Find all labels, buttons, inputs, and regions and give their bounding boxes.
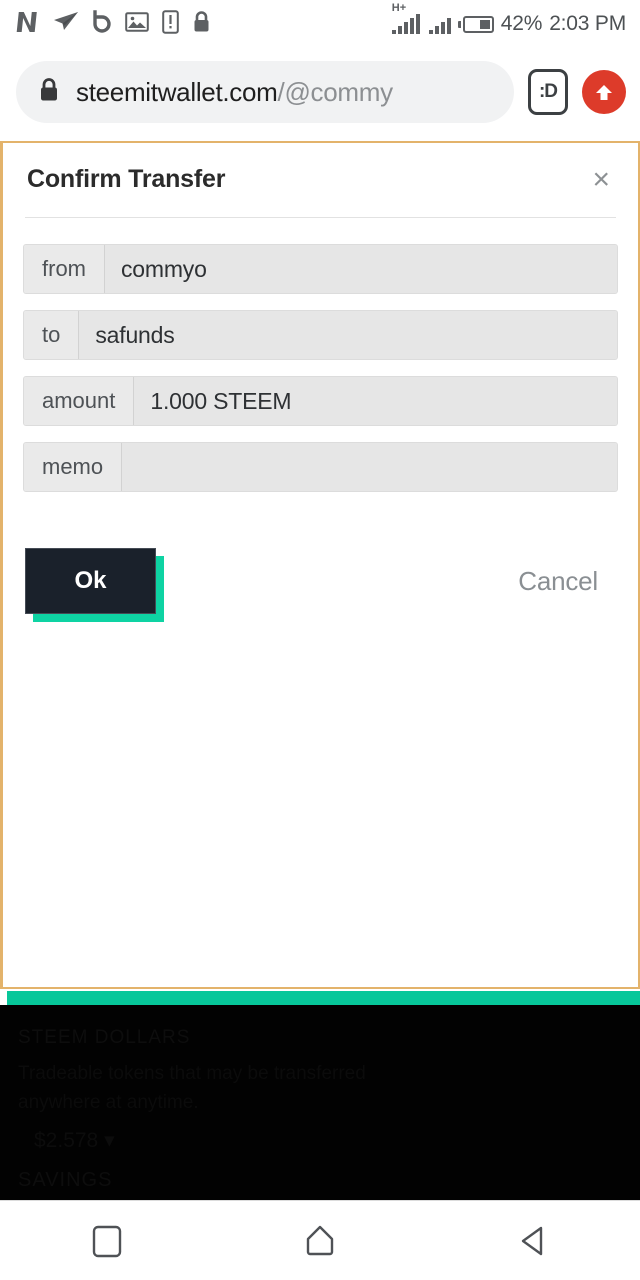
dialog-actions: Ok Cancel bbox=[3, 508, 638, 622]
transfer-fields: from commyo to safunds amount 1.000 STEE… bbox=[3, 218, 638, 492]
back-triangle-icon bbox=[522, 1226, 543, 1255]
field-value-memo bbox=[122, 443, 617, 491]
address-bar[interactable]: steemitwallet.com/@commy bbox=[16, 61, 514, 123]
status-bar: H+ 42% 2:03 PM bbox=[0, 0, 640, 48]
site-security-lock-icon bbox=[38, 76, 60, 109]
battery-percent-label: 42% bbox=[500, 12, 543, 35]
clock-label: 2:03 PM bbox=[549, 12, 626, 35]
status-notification-icons bbox=[16, 9, 211, 39]
background-wallet-page: STEEM DOLLARS Tradeable tokens that may … bbox=[0, 1005, 640, 1200]
lock-icon bbox=[192, 10, 211, 39]
phone-alert-icon bbox=[162, 9, 179, 39]
url-domain: steemitwallet.com bbox=[76, 76, 278, 107]
field-label-amount: amount bbox=[24, 377, 135, 425]
status-system-indicators: H+ 42% 2:03 PM bbox=[391, 3, 626, 36]
close-icon[interactable]: × bbox=[588, 165, 614, 195]
field-label-from: from bbox=[24, 245, 105, 293]
cancel-button[interactable]: Cancel bbox=[500, 556, 616, 607]
netflix-icon bbox=[16, 10, 40, 39]
dialog-title: Confirm Transfer bbox=[27, 165, 226, 193]
field-row-memo: memo bbox=[23, 442, 618, 492]
chevron-down-icon[interactable]: ▾ bbox=[104, 1129, 115, 1152]
recents-button[interactable] bbox=[57, 1201, 157, 1280]
field-value-amount: 1.000 STEEM bbox=[134, 377, 617, 425]
dialog-header: Confirm Transfer × bbox=[3, 143, 638, 195]
field-label-memo: memo bbox=[24, 443, 123, 491]
field-label-to: to bbox=[24, 311, 80, 359]
home-icon bbox=[306, 1225, 334, 1255]
url-path: /@commy bbox=[277, 76, 393, 107]
back-button[interactable] bbox=[483, 1201, 583, 1280]
signal-indicators: H+ bbox=[391, 3, 451, 34]
steem-dollars-description: Tradeable tokens that may be transferred… bbox=[18, 1063, 366, 1114]
field-row-from: from commyo bbox=[23, 244, 618, 294]
network-type-label: H+ bbox=[391, 2, 407, 14]
browser-toolbar: steemitwallet.com/@commy :D bbox=[0, 48, 640, 136]
ok-button[interactable]: Ok bbox=[25, 548, 156, 614]
telegram-icon bbox=[53, 10, 79, 39]
field-row-amount: amount 1.000 STEEM bbox=[23, 376, 618, 426]
ok-button-wrapper: Ok bbox=[25, 548, 164, 622]
privacy-shield-icon[interactable]: :D bbox=[528, 69, 568, 115]
confirm-transfer-dialog: Confirm Transfer × from commyo to safund… bbox=[0, 141, 640, 989]
home-button[interactable] bbox=[270, 1201, 370, 1280]
page-accent-bar bbox=[7, 991, 640, 1005]
battery-icon bbox=[457, 15, 494, 33]
arrow-up-icon[interactable] bbox=[582, 70, 626, 114]
field-value-from: commyo bbox=[105, 245, 617, 293]
square-icon bbox=[92, 1225, 121, 1257]
field-value-to: safunds bbox=[79, 311, 617, 359]
savings-heading: SAVINGS bbox=[18, 1169, 113, 1191]
steem-dollars-heading: STEEM DOLLARS bbox=[18, 1027, 191, 1048]
steem-dollars-amount: $2.578 ▾ bbox=[18, 1128, 622, 1153]
url-text: steemitwallet.com/@commy bbox=[76, 77, 393, 108]
field-row-to: to safunds bbox=[23, 310, 618, 360]
image-icon bbox=[125, 11, 149, 38]
signal-bars-sim1 bbox=[391, 14, 420, 34]
brave-icon bbox=[92, 9, 112, 39]
steem-dollars-amount-value: $2.578 bbox=[34, 1128, 99, 1152]
android-nav-bar bbox=[0, 1200, 640, 1280]
signal-bars-sim2 bbox=[428, 18, 451, 34]
phone-screen: H+ 42% 2:03 PM steemitwallet.com/@commy … bbox=[0, 0, 640, 1280]
